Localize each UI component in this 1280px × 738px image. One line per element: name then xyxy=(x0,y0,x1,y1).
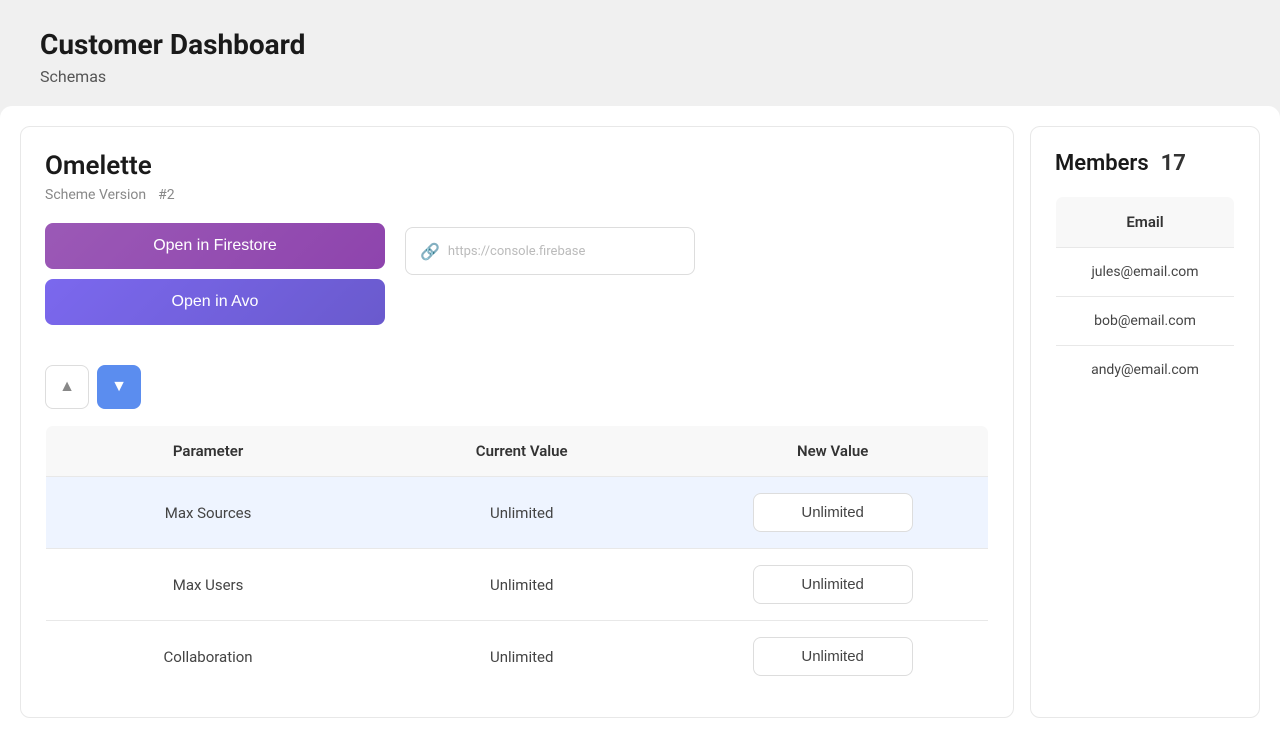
current-value-cell: Unlimited xyxy=(366,621,677,693)
buttons-area: Open in Firestore Open in Avo 🔗 https://… xyxy=(45,223,989,345)
col-header-email: Email xyxy=(1056,197,1235,248)
param-cell: Max Users xyxy=(46,549,367,621)
page-title: Customer Dashboard xyxy=(40,28,1240,61)
table-row: Max Sources Unlimited xyxy=(46,477,989,549)
schema-panel: Omelette Scheme Version #2 Open in Fires… xyxy=(20,126,1014,718)
member-row: bob@email.com xyxy=(1056,297,1235,346)
link-icon: 🔗 xyxy=(420,242,440,261)
member-row: andy@email.com xyxy=(1056,346,1235,395)
schema-version-label: Scheme Version xyxy=(45,187,146,203)
new-value-input[interactable] xyxy=(753,637,913,676)
email-cell: jules@email.com xyxy=(1056,248,1235,297)
schema-version-row: Scheme Version #2 xyxy=(45,187,989,203)
chevron-up-icon: ▲ xyxy=(59,378,75,396)
toggle-down-button[interactable]: ▼ xyxy=(97,365,141,409)
col-header-new: New Value xyxy=(677,426,988,477)
toggle-buttons: ▲ ▼ xyxy=(45,365,989,409)
param-cell: Max Sources xyxy=(46,477,367,549)
table-row: Collaboration Unlimited xyxy=(46,621,989,693)
member-row: jules@email.com xyxy=(1056,248,1235,297)
schema-table: Parameter Current Value New Value Max So… xyxy=(45,425,989,693)
current-value-cell: Unlimited xyxy=(366,549,677,621)
page-subtitle: Schemas xyxy=(40,67,1240,86)
col-header-current: Current Value xyxy=(366,426,677,477)
schema-version-value: #2 xyxy=(158,187,175,203)
email-cell: bob@email.com xyxy=(1056,297,1235,346)
email-cell: andy@email.com xyxy=(1056,346,1235,395)
members-panel: Members 17 Email jules@email.combob@emai… xyxy=(1030,126,1260,718)
members-title: Members xyxy=(1055,151,1149,176)
chevron-down-icon: ▼ xyxy=(111,378,127,396)
col-header-parameter: Parameter xyxy=(46,426,367,477)
new-value-input[interactable] xyxy=(753,565,913,604)
members-count: 17 xyxy=(1161,151,1186,176)
open-firestore-button[interactable]: Open in Firestore xyxy=(45,223,385,269)
current-value-cell: Unlimited xyxy=(366,477,677,549)
schema-name: Omelette xyxy=(45,151,989,181)
firebase-url-input[interactable]: 🔗 https://console.firebase xyxy=(405,227,695,275)
members-header: Members 17 xyxy=(1055,151,1235,176)
new-value-cell xyxy=(677,549,988,621)
new-value-input[interactable] xyxy=(753,493,913,532)
action-buttons: Open in Firestore Open in Avo xyxy=(45,223,385,325)
toggle-up-button[interactable]: ▲ xyxy=(45,365,89,409)
members-table: Email jules@email.combob@email.comandy@e… xyxy=(1055,196,1235,395)
param-cell: Collaboration xyxy=(46,621,367,693)
new-value-cell xyxy=(677,477,988,549)
url-placeholder-text: https://console.firebase xyxy=(448,244,586,259)
table-row: Max Users Unlimited xyxy=(46,549,989,621)
new-value-cell xyxy=(677,621,988,693)
open-avo-button[interactable]: Open in Avo xyxy=(45,279,385,325)
